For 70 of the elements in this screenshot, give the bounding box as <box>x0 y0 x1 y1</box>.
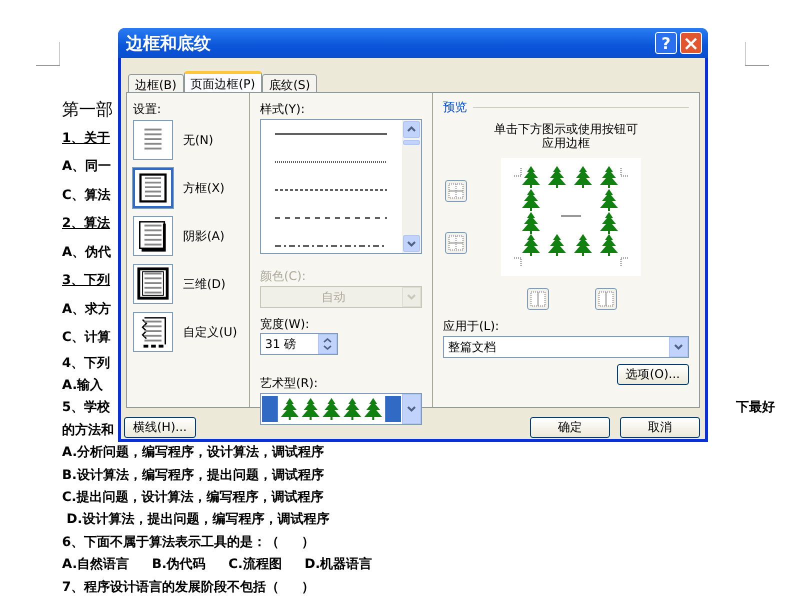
style-label: 样式(Y): <box>260 101 306 116</box>
grid-icon <box>448 183 464 199</box>
document-line: A.分析问题，编写程序，设计算法，调试程序 <box>62 444 324 462</box>
art-dropdown[interactable] <box>260 393 422 425</box>
window-title: 边框和底纹 <box>126 32 212 54</box>
color-label: 颜色(C): <box>260 268 307 283</box>
setting-label[interactable]: 三维(D) <box>183 276 226 292</box>
apply-to-label: 应用于(L): <box>443 318 500 333</box>
document-line: 3、下列 <box>62 272 110 290</box>
preview-hint: 应用边框 <box>542 136 590 150</box>
document-line: A、伪代 <box>62 244 112 261</box>
width-spinner[interactable]: 31 磅 <box>260 333 338 355</box>
grid-icon <box>448 235 464 251</box>
border-toggle-button[interactable] <box>595 288 617 310</box>
width-label: 宽度(W): <box>260 316 310 331</box>
document-line: A、求方 <box>62 300 112 318</box>
art-label: 艺术型(R): <box>260 375 319 390</box>
chevron-down-icon <box>402 287 421 307</box>
document-line: C、计算 <box>62 329 111 346</box>
document-line: 6、下面不属于算法表示工具的是：（ ） <box>62 534 315 551</box>
document-line: 4、下列 <box>62 354 110 372</box>
apply-to-dropdown[interactable]: 整篇文档 <box>443 336 689 358</box>
close-button[interactable]: × <box>680 32 702 54</box>
setting-label[interactable]: 方框(X) <box>183 180 225 196</box>
scroll-down-icon[interactable] <box>403 235 420 252</box>
tab[interactable]: 底纹(S) <box>262 74 318 92</box>
chevron-down-icon <box>669 337 688 357</box>
grid-icon <box>530 291 546 307</box>
spin-arrows-icon[interactable] <box>318 334 337 354</box>
document-line: A.输入 <box>62 376 104 394</box>
preview-label: 预览 <box>443 99 467 116</box>
document-line: 2、算法 <box>62 215 110 232</box>
settings-label: 设置: <box>133 101 162 116</box>
cancel-button[interactable]: 取消 <box>620 417 700 438</box>
grid-icon <box>598 291 614 307</box>
setting-label[interactable]: 无(N) <box>183 132 214 148</box>
document-line: 5、学校 <box>62 399 110 416</box>
document-line: 第一部 <box>62 98 113 121</box>
document-line: 7、程序设计语言的发展阶段不包括（ ） <box>62 578 315 596</box>
tab[interactable]: 页面边框(P) <box>184 71 262 92</box>
setting-label[interactable]: 自定义(U) <box>183 324 238 340</box>
options-button[interactable]: 选项(O)... <box>616 364 689 385</box>
document-line: A.自然语言 B.伪代码 C.流程图 D.机器语言 <box>62 556 372 574</box>
border-setting-icon[interactable] <box>133 216 173 256</box>
page-corner-mark <box>745 42 769 66</box>
document-line: D.设计算法，提出问题，编写程序，调试程序 <box>66 510 330 528</box>
scroll-up-icon[interactable] <box>403 121 420 138</box>
document-line: C.提出问题，设计算法，编写程序，调试程序 <box>62 488 324 506</box>
chevron-down-icon <box>402 394 421 424</box>
border-setting-icon[interactable] <box>133 264 173 304</box>
document-line: B.设计算法，编写程序，提出问题，调试程序 <box>62 466 324 484</box>
document-line: 下最好 <box>736 399 775 416</box>
document-line: C、算法 <box>62 186 111 204</box>
ok-button[interactable]: 确定 <box>530 417 610 438</box>
scroll-thumb[interactable] <box>403 140 420 145</box>
scrollbar[interactable] <box>402 120 421 253</box>
border-toggle-button[interactable] <box>445 180 467 202</box>
document-line: 1、关于 <box>62 130 110 147</box>
help-button[interactable]: ? <box>655 32 677 54</box>
border-toggle-button[interactable] <box>445 232 467 254</box>
border-toggle-button[interactable] <box>527 288 549 310</box>
border-setting-icon[interactable] <box>133 312 173 352</box>
border-setting-icon[interactable] <box>133 168 173 208</box>
page-corner-mark <box>36 42 60 66</box>
document-line: A、同一 <box>62 158 112 176</box>
tab[interactable]: 边框(B) <box>128 74 184 92</box>
setting-label[interactable]: 阴影(A) <box>183 228 225 244</box>
horizontal-line-button[interactable]: 横线(H)... <box>124 417 196 438</box>
document-line: 的方法和 <box>62 422 114 439</box>
preview-hint: 单击下方图示或使用按钮可 <box>494 122 638 136</box>
